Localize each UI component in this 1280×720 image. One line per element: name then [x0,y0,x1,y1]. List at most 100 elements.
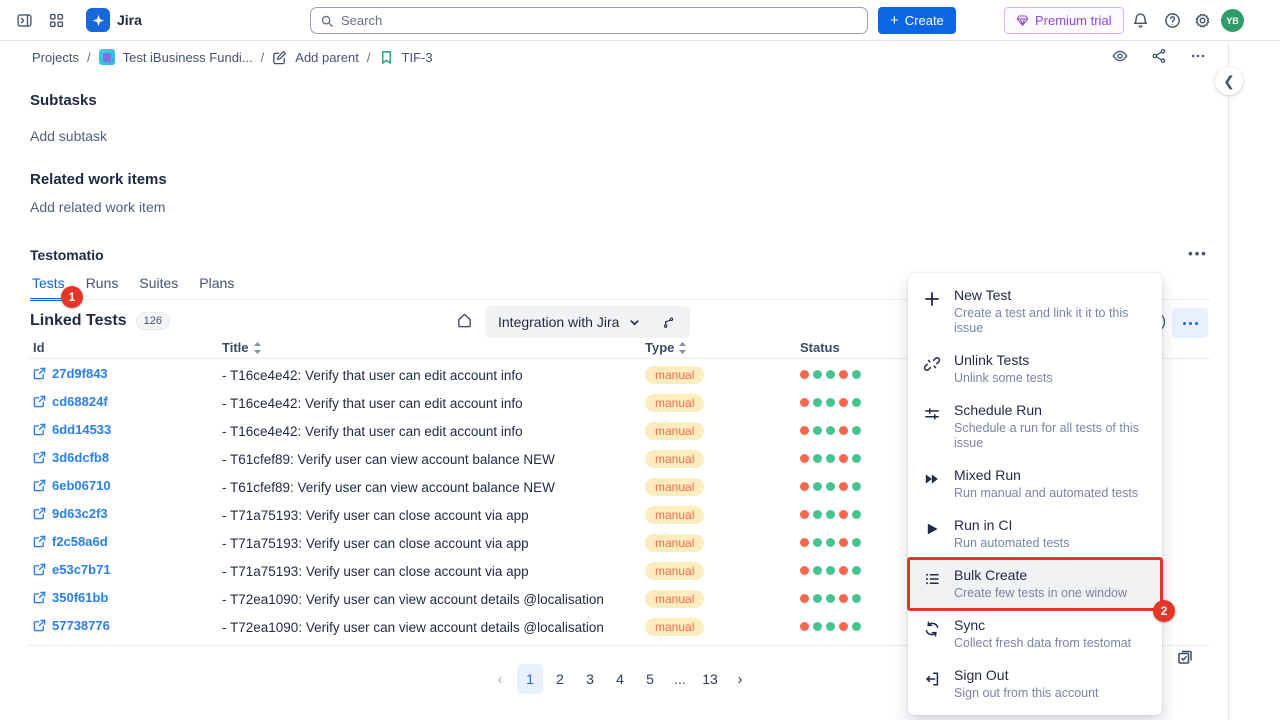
more-actions-icon[interactable] [1188,46,1208,66]
header-type[interactable]: Type [645,340,687,355]
test-type-cell: manual [645,450,704,468]
status-dot-green [813,566,822,575]
watch-eye-icon[interactable] [1110,46,1130,66]
create-button[interactable]: + Create [878,7,956,34]
status-dot-green [813,426,822,435]
status-dot-red [839,398,848,407]
page-13[interactable]: 13 [697,664,723,694]
notifications-bell-icon[interactable] [1130,10,1150,30]
test-id-link[interactable]: 57738776 [33,618,110,633]
linked-tests-more-button[interactable] [1172,308,1208,338]
breadcrumb-issue-key[interactable]: TIF-3 [402,50,433,65]
page-1[interactable]: 1 [517,664,543,694]
expand-panel-button[interactable]: ❮ [1215,67,1243,95]
breadcrumb-row: Projects / Test iBusiness Fundi... / Add… [0,42,1228,72]
test-id-link[interactable]: cd68824f [33,394,108,409]
menu-item-title: New Test [954,287,1148,304]
status-dots [800,622,861,631]
search-input[interactable] [341,13,858,28]
pagination-next[interactable]: › [727,664,753,694]
jira-logo-icon [86,8,110,32]
sign-out-icon [923,670,941,688]
test-id-link[interactable]: 6dd14533 [33,422,111,437]
pagination-ellipsis[interactable]: ... [667,664,693,694]
status-dots [800,370,861,379]
menu-item-title: Sign Out [954,667,1099,684]
page-5[interactable]: 5 [637,664,663,694]
test-type-cell: manual [645,590,704,608]
test-id-link[interactable]: 3d6dcfb8 [33,450,109,465]
status-dot-red [839,510,848,519]
integration-dropdown[interactable]: Integration with Jira [485,306,690,338]
sidebar-toggle-icon[interactable] [14,10,34,30]
menu-item-run-in-ci[interactable]: Run in CI Run automated tests [908,509,1162,559]
type-badge: manual [645,590,704,608]
status-dot-red [839,594,848,603]
test-id-link[interactable]: 9d63c2f3 [33,506,108,521]
testomatio-more-icon[interactable]: ••• [1186,243,1210,263]
branch-icon[interactable] [659,313,677,331]
type-badge: manual [645,366,704,384]
type-badge: manual [645,534,704,552]
menu-item-unlink-tests[interactable]: Unlink Tests Unlink some tests [908,344,1162,394]
status-dot-red [839,370,848,379]
status-dot-green [852,370,861,379]
page-2[interactable]: 2 [547,664,573,694]
status-dot-green [826,482,835,491]
menu-item-title: Mixed Run [954,467,1138,484]
pagination-prev[interactable]: ‹ [487,664,513,694]
menu-item-sign-out[interactable]: Sign Out Sign out from this account [908,659,1162,709]
status-dot-green [826,566,835,575]
test-id-link[interactable]: 6eb06710 [33,478,111,493]
add-subtask-link[interactable]: Add subtask [30,128,107,144]
menu-item-new-test[interactable]: New Test Create a test and link it it to… [908,279,1162,344]
breadcrumb-project-name[interactable]: Test iBusiness Fundi... [123,50,253,65]
status-dot-green [813,510,822,519]
settings-gear-icon[interactable] [1192,10,1212,30]
chevron-down-icon [628,316,641,329]
menu-item-subtitle: Unlink some tests [954,371,1053,386]
status-dot-green [826,510,835,519]
premium-trial-button[interactable]: Premium trial [1004,7,1124,34]
status-dot-red [800,622,809,631]
tab-suites[interactable]: Suites [137,275,180,301]
page-3[interactable]: 3 [577,664,603,694]
share-icon[interactable] [1149,46,1169,66]
menu-item-bulk-create[interactable]: Bulk Create Create few tests in one wind… [908,559,1162,609]
status-dot-green [826,622,835,631]
test-title: - T72ea1090: Verify user can view accoun… [222,620,604,635]
test-id-link[interactable]: e53c7b71 [33,562,111,577]
external-link-icon [33,451,46,464]
home-icon[interactable] [456,312,476,332]
page-4[interactable]: 4 [607,664,633,694]
test-id-link[interactable]: 27d9f843 [33,366,108,381]
test-id-link[interactable]: f2c58a6d [33,534,108,549]
add-related-work-item-link[interactable]: Add related work item [30,199,165,215]
external-link-icon [33,535,46,548]
status-dot-green [826,454,835,463]
test-type-cell: manual [645,478,704,496]
menu-item-subtitle: Sign out from this account [954,686,1099,701]
test-type-cell: manual [645,534,704,552]
menu-item-title: Bulk Create [954,567,1127,584]
breadcrumb-add-parent[interactable]: Add parent [295,50,359,65]
test-title: - T61cfef89: Verify user can view accoun… [222,480,555,495]
menu-item-sync[interactable]: Sync Collect fresh data from testomat [908,609,1162,659]
tab-runs[interactable]: Runs [84,275,121,301]
menu-item-schedule-run[interactable]: Schedule Run Schedule a run for all test… [908,394,1162,459]
breadcrumb-projects[interactable]: Projects [32,50,79,65]
jira-logo[interactable]: Jira [86,8,142,32]
menu-item-mixed-run[interactable]: Mixed Run Run manual and automated tests [908,459,1162,509]
status-dots [800,454,861,463]
tab-plans[interactable]: Plans [197,275,236,301]
help-icon[interactable] [1162,10,1182,30]
test-id-link[interactable]: 350f61bb [33,590,108,605]
app-switcher-icon[interactable] [46,10,66,30]
header-title[interactable]: Title [222,340,262,355]
type-badge: manual [645,562,704,580]
status-dot-green [852,398,861,407]
test-type-cell: manual [645,562,704,580]
edit-icon [272,50,287,65]
menu-item-subtitle: Run manual and automated tests [954,486,1138,501]
user-avatar[interactable]: YB [1221,9,1244,32]
